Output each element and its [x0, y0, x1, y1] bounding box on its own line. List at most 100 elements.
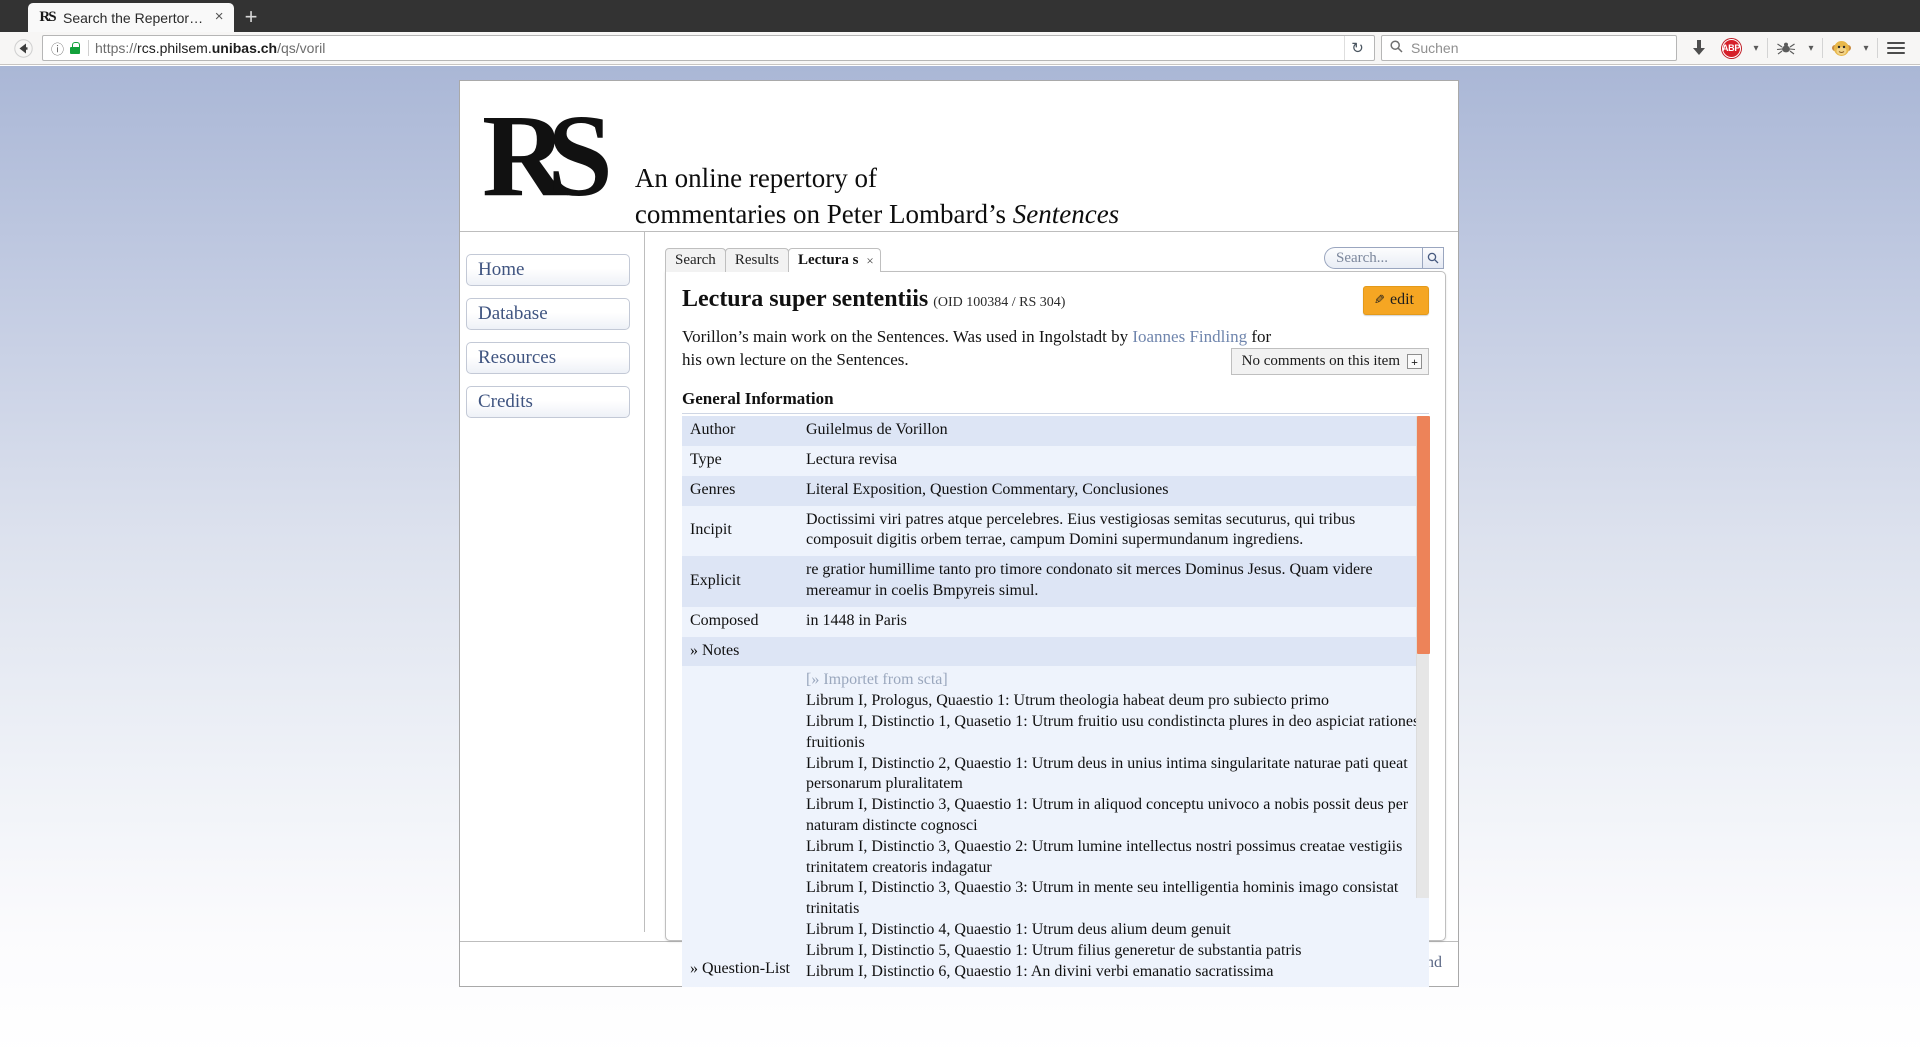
- bug-icon[interactable]: [1770, 34, 1802, 62]
- reload-icon[interactable]: ↻: [1344, 36, 1370, 60]
- site-identity[interactable]: ⓘ: [47, 39, 86, 58]
- sidebar-nav: Home Database Resources Credits: [460, 232, 645, 932]
- url-host-prefix: rcs.philsem.: [137, 40, 212, 56]
- page-title: Lectura super sententiis (OID 100384 / RS…: [682, 286, 1065, 312]
- sidebar-item-label: Database: [478, 303, 548, 324]
- row-key: Composed: [682, 606, 798, 637]
- browser-tab-strip: RS Search the Repertor… × +: [0, 0, 1920, 32]
- info-scroll-region: Author Guilelmus de Vorillon Type Lectur…: [682, 416, 1430, 988]
- vertical-scrollbar[interactable]: [1416, 416, 1430, 899]
- comments-badge[interactable]: No comments on this item +: [1230, 348, 1429, 375]
- pencil-icon: ✎: [1374, 292, 1385, 307]
- sidebar-item-credits[interactable]: Credits: [466, 386, 630, 418]
- browser-toolbar: ⓘ https://rcs.philsem.unibas.ch/qs/voril…: [0, 32, 1920, 65]
- general-information-table: Author Guilelmus de Vorillon Type Lectur…: [682, 416, 1429, 988]
- hamburger-menu-icon[interactable]: [1880, 34, 1912, 62]
- question-list-cell: [» Importet from scta] Librum I, Prologu…: [798, 666, 1429, 988]
- divider: [1767, 38, 1768, 58]
- sidebar-item-label: Resources: [478, 347, 557, 368]
- record-oid: (OID 100384 / RS 304): [933, 295, 1066, 310]
- site-logo: RS: [482, 90, 613, 221]
- row-value: Lectura revisa: [798, 446, 1429, 476]
- sidebar-item-home[interactable]: Home: [466, 254, 630, 286]
- scrollbar-thumb[interactable]: [1417, 416, 1430, 655]
- row-value: re gratior humillime tanto pro timore co…: [798, 556, 1429, 607]
- sidebar-item-resources[interactable]: Resources: [466, 342, 630, 374]
- table-row: Explicit re gratior humillime tanto pro …: [682, 556, 1429, 607]
- imported-from-link[interactable]: [» Importet from scta]: [806, 670, 1421, 691]
- row-value: in 1448 in Paris: [798, 606, 1429, 637]
- row-key: Type: [682, 446, 798, 476]
- tagline-line-1: An online repertory of: [634, 163, 878, 193]
- site-body: Home Database Resources Credits Search R…: [460, 232, 1458, 988]
- site-tagline: An online repertory of commentaries on P…: [593, 81, 1119, 233]
- section-heading-general-information: General Information: [682, 389, 1429, 415]
- divider: [88, 40, 90, 56]
- record-panel: Lectura super sententiis (OID 100384 / RS…: [665, 271, 1446, 988]
- chevron-down-icon[interactable]: ▾: [1857, 34, 1875, 62]
- description-text-pre: Vorillon’s main work on the Sentences. W…: [682, 327, 1133, 346]
- adblock-plus-icon[interactable]: ABP: [1715, 34, 1747, 62]
- list-item: Librum I, Distinctio 3, Quaestio 1: Utru…: [806, 796, 1409, 834]
- list-item: Librum I, Distinctio 3, Quaestio 3: Utru…: [806, 879, 1399, 918]
- row-value: Literal Exposition, Question Commentary,…: [798, 475, 1429, 506]
- chevron-down-icon[interactable]: ▾: [1802, 34, 1820, 62]
- list-item: Librum I, Distinctio 5, Quaestio 1: Utru…: [806, 941, 1302, 959]
- tab-label: Lectura s: [798, 252, 859, 268]
- search-icon: [1390, 40, 1403, 56]
- sidebar-item-label: Credits: [478, 391, 533, 412]
- row-key: Genres: [682, 475, 798, 506]
- tab-lectura-s[interactable]: Lectura s ×: [788, 248, 881, 272]
- browser-window: RS Search the Repertor… × + ⓘ https://rc…: [0, 0, 1920, 1056]
- close-icon[interactable]: ×: [210, 8, 228, 27]
- record-header: Lectura super sententiis (OID 100384 / RS…: [682, 286, 1429, 315]
- list-item: Librum I, Distinctio 1, Quasetio 1: Utru…: [806, 712, 1420, 751]
- person-link-ioannes-findling[interactable]: Ioannes Findling: [1132, 327, 1247, 346]
- list-item: Librum I, Distinctio 4, Quaestio 1: Utru…: [806, 920, 1231, 938]
- record-title: Lectura super sententiis: [682, 286, 929, 312]
- url-scheme: https://: [95, 40, 138, 56]
- new-tab-button[interactable]: +: [234, 3, 268, 32]
- search-placeholder: Suchen: [1411, 40, 1459, 56]
- list-item: Librum I, Distinctio 2, Quaestio 1: Utru…: [806, 754, 1408, 793]
- divider: [1822, 38, 1823, 58]
- row-key: Explicit: [682, 556, 798, 607]
- plus-icon[interactable]: +: [1407, 354, 1422, 369]
- url-host-domain: unibas.ch: [211, 40, 278, 56]
- comments-badge-label: No comments on this item: [1241, 353, 1400, 369]
- url-text: https://rcs.philsem.unibas.ch/qs/voril: [95, 40, 1344, 56]
- browser-tab[interactable]: RS Search the Repertor… ×: [28, 3, 235, 32]
- row-value: Doctissimi viri patres atque percelebres…: [798, 505, 1429, 557]
- adblock-label: ABP: [1721, 38, 1741, 58]
- monkey-icon[interactable]: [1825, 34, 1857, 62]
- tab-results[interactable]: Results: [724, 248, 789, 272]
- row-value: Guilelmus de Vorillon: [798, 416, 1429, 447]
- page-viewport: RS An online repertory of commentaries o…: [0, 66, 1920, 1056]
- site-container: RS An online repertory of commentaries o…: [459, 80, 1459, 988]
- edit-button[interactable]: ✎ edit: [1363, 286, 1429, 315]
- table-row: Author Guilelmus de Vorillon: [682, 416, 1429, 447]
- row-key[interactable]: » Question-List: [682, 666, 798, 988]
- table-row-notes[interactable]: » Notes: [682, 636, 1429, 667]
- row-key: Author: [682, 416, 798, 447]
- chevron-down-icon[interactable]: ▾: [1747, 34, 1765, 62]
- tab-search[interactable]: Search: [665, 248, 726, 272]
- sidebar-item-database[interactable]: Database: [466, 298, 630, 330]
- info-icon[interactable]: ⓘ: [51, 39, 64, 58]
- record-description: Vorillon’s main work on the Sentences. W…: [682, 326, 1292, 371]
- row-key: Incipit: [682, 505, 798, 557]
- list-item: Librum I, Prologus, Quaestio 1: Utrum th…: [806, 692, 1330, 710]
- address-bar[interactable]: ⓘ https://rcs.philsem.unibas.ch/qs/voril…: [42, 35, 1375, 61]
- table-row: Genres Literal Exposition, Question Comm…: [682, 475, 1429, 506]
- url-path: /qs/voril: [277, 40, 326, 56]
- main-content: Search Results Lectura s × Lectura super…: [645, 232, 1458, 988]
- row-key[interactable]: » Notes: [682, 636, 798, 667]
- close-icon[interactable]: ×: [866, 253, 873, 269]
- download-icon[interactable]: [1683, 34, 1715, 62]
- tagline-line-2: commentaries on Peter Lombard’s Sentence…: [635, 197, 1119, 233]
- back-button[interactable]: [8, 34, 38, 62]
- table-row: Incipit Doctissimi viri patres atque per…: [682, 505, 1429, 557]
- sidebar-item-label: Home: [478, 259, 525, 280]
- browser-search-box[interactable]: Suchen: [1381, 35, 1677, 61]
- table-row: Type Lectura revisa: [682, 446, 1429, 476]
